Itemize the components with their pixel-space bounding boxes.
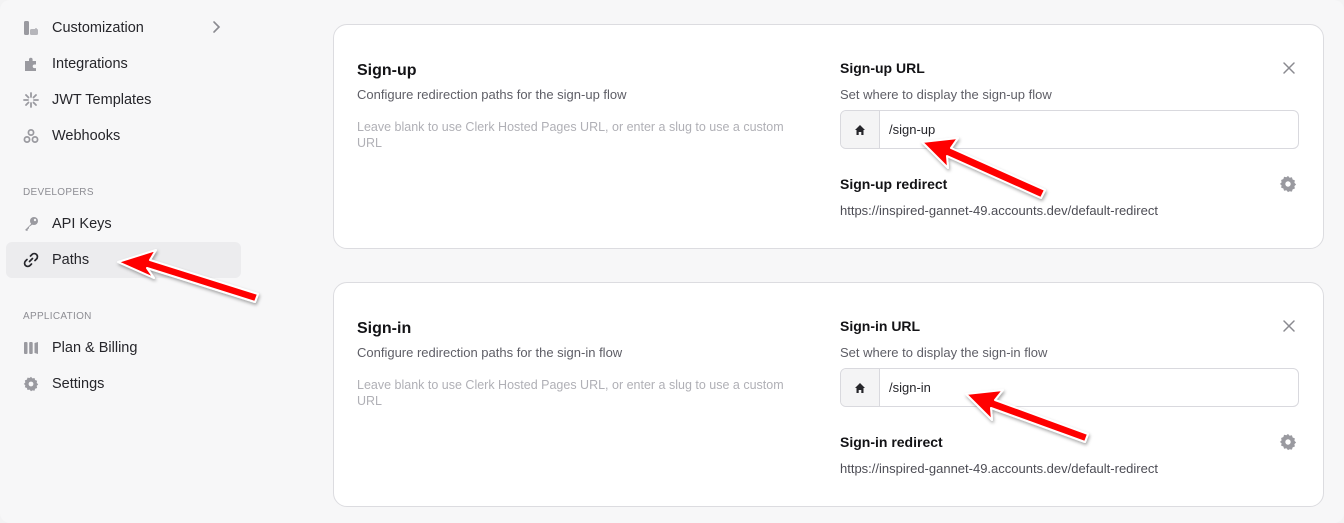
sidebar-item-label: JWT Templates [52, 92, 152, 108]
signup-redirect-url: https://inspired-gannet-49.accounts.dev/… [840, 203, 1158, 218]
signin-card: Sign-in Configure redirection paths for … [333, 282, 1324, 507]
signin-url-input[interactable] [880, 369, 1298, 406]
section-label-developers: DEVELOPERS [23, 187, 94, 198]
sidebar-item-label: API Keys [52, 216, 112, 232]
gear-icon [22, 375, 40, 393]
jwt-icon [22, 91, 40, 109]
signup-url-field [840, 110, 1299, 149]
close-icon[interactable] [1281, 318, 1297, 334]
close-icon[interactable] [1281, 60, 1297, 76]
sidebar-item-plan-billing[interactable]: Plan & Billing [6, 330, 241, 366]
signup-url-description: Set where to display the sign-up flow [840, 87, 1052, 102]
puzzle-icon [22, 55, 40, 73]
link-icon [22, 251, 40, 269]
gear-icon[interactable] [1279, 175, 1297, 193]
sidebar-item-integrations[interactable]: Integrations [6, 46, 241, 82]
customization-icon [22, 19, 40, 37]
sidebar: Customization Integrations JWT Templates… [0, 0, 250, 523]
sidebar-item-label: Settings [52, 376, 105, 392]
signup-url-input[interactable] [880, 111, 1298, 148]
sidebar-item-customization[interactable]: Customization [6, 10, 241, 46]
sidebar-item-label: Plan & Billing [52, 340, 138, 356]
signup-hint: Leave blank to use Clerk Hosted Pages UR… [357, 120, 784, 150]
signup-card: Sign-up Configure redirection paths for … [333, 24, 1324, 249]
sidebar-item-jwt-templates[interactable]: JWT Templates [6, 82, 241, 118]
signin-description: Configure redirection paths for the sign… [357, 345, 623, 360]
chevron-right-icon [211, 20, 221, 39]
signin-redirect-title: Sign-in redirect [840, 434, 943, 450]
gear-icon[interactable] [1279, 433, 1297, 451]
signup-url-title: Sign-up URL [840, 60, 925, 76]
signin-url-description: Set where to display the sign-in flow [840, 345, 1048, 360]
signup-redirect-title: Sign-up redirect [840, 176, 948, 192]
sidebar-item-label: Integrations [52, 56, 128, 72]
signup-title: Sign-up [357, 62, 417, 79]
sidebar-item-settings[interactable]: Settings [6, 366, 241, 402]
signin-hint: Leave blank to use Clerk Hosted Pages UR… [357, 378, 784, 408]
app-frame: Customization Integrations JWT Templates… [0, 0, 1344, 523]
signin-url-title: Sign-in URL [840, 318, 921, 334]
section-label-application: APPLICATION [23, 311, 92, 322]
webhooks-icon [22, 127, 40, 145]
home-icon [841, 111, 880, 148]
signup-description: Configure redirection paths for the sign… [357, 87, 627, 102]
signin-redirect-url: https://inspired-gannet-49.accounts.dev/… [840, 461, 1158, 476]
home-icon [841, 369, 880, 406]
key-icon [22, 215, 40, 233]
sidebar-item-api-keys[interactable]: API Keys [6, 206, 241, 242]
signin-title: Sign-in [357, 320, 412, 337]
signin-url-field [840, 368, 1299, 407]
billing-icon [22, 339, 40, 357]
sidebar-item-paths[interactable]: Paths [6, 242, 241, 278]
sidebar-item-webhooks[interactable]: Webhooks [6, 118, 241, 154]
sidebar-item-label: Customization [52, 20, 144, 36]
sidebar-item-label: Paths [52, 252, 90, 268]
sidebar-item-label: Webhooks [52, 128, 121, 144]
